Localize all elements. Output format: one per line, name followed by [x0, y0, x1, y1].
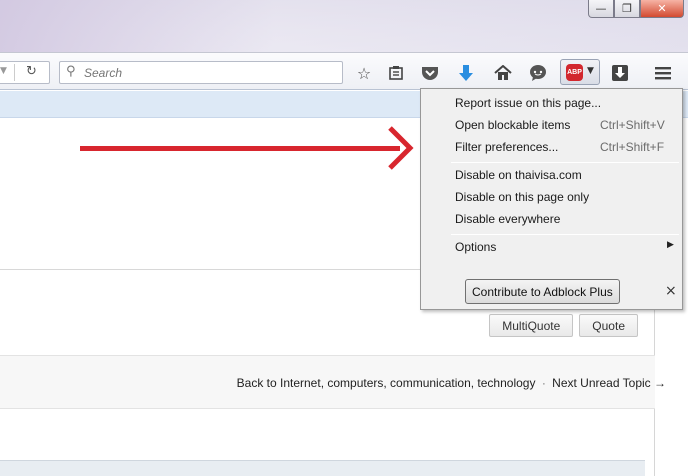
url-bar-end[interactable]: ▼ ↻: [0, 61, 50, 84]
home-icon[interactable]: [492, 62, 514, 84]
search-input[interactable]: [84, 64, 334, 81]
contribute-button[interactable]: Contribute to Adblock Plus: [465, 279, 620, 304]
menu-separator: [451, 234, 679, 235]
downloads-icon[interactable]: [455, 62, 477, 84]
minimize-button[interactable]: —: [588, 0, 614, 18]
menu-item-disable-everywhere[interactable]: Disable everywhere: [455, 212, 560, 230]
adblock-plus-icon: ABP: [566, 64, 583, 81]
footer-band: [0, 460, 645, 476]
pocket-icon[interactable]: [419, 62, 441, 84]
menu-item-report-issue[interactable]: Report issue on this page...: [455, 96, 601, 114]
menu-item-label: Report issue on this page...: [455, 96, 602, 110]
url-separator: [14, 64, 15, 81]
menu-item-label: Disable on this page only: [455, 190, 590, 204]
multiquote-button[interactable]: MultiQuote: [489, 314, 574, 337]
reload-icon[interactable]: ↻: [26, 64, 37, 79]
post-action-buttons: MultiQuote Quote: [489, 314, 638, 337]
menu-item-label: Open blockable items: [455, 118, 571, 132]
download-manager-icon[interactable]: [609, 62, 631, 84]
menu-item-shortcut: Ctrl+Shift+F: [600, 140, 665, 154]
restore-button[interactable]: ❐: [614, 0, 640, 18]
window-controls: — ❐ ✕: [588, 0, 684, 18]
submenu-arrow-icon: ▶: [667, 240, 674, 250]
chevron-down-icon: ▼: [587, 66, 594, 76]
menu-item-label: Disable everywhere: [455, 212, 561, 226]
close-window-button[interactable]: ✕: [640, 0, 684, 18]
menu-item-filter-preferences[interactable]: Filter preferences... Ctrl+Shift+F: [455, 140, 664, 158]
window-titlebar: — ❐ ✕: [0, 0, 688, 52]
menu-item-disable-page[interactable]: Disable on this page only: [455, 190, 589, 208]
search-box[interactable]: ⚲: [59, 61, 343, 84]
menu-item-label: Filter preferences...: [455, 140, 559, 154]
reading-list-icon[interactable]: [385, 62, 407, 84]
menu-item-disable-domain[interactable]: Disable on thaivisa.com: [455, 168, 582, 186]
nav-separator: ·: [541, 376, 546, 390]
adblock-plus-menu: Report issue on this page... Open blocka…: [420, 88, 683, 310]
menu-item-label: Options: [455, 240, 497, 254]
adblock-plus-button[interactable]: ABP ▼: [560, 59, 600, 85]
menu-item-options[interactable]: Options ▶: [455, 240, 674, 258]
back-to-forum-link[interactable]: Back to Internet, computers, communicati…: [237, 376, 536, 390]
bookmark-star-icon[interactable]: ☆: [353, 62, 375, 84]
url-dropdown-icon[interactable]: ▼: [0, 66, 7, 76]
topic-navigation: Back to Internet, computers, communicati…: [237, 376, 666, 390]
menu-separator: [451, 162, 679, 163]
menu-item-label: Disable on thaivisa.com: [455, 168, 582, 182]
annotation-arrow-head: [388, 126, 414, 170]
menu-item-shortcut: Ctrl+Shift+V: [600, 118, 665, 132]
chat-icon[interactable]: [527, 62, 549, 84]
navigation-toolbar: ▼ ↻ ⚲ ☆ ABP ▼: [0, 52, 688, 90]
close-icon[interactable]: ×: [665, 283, 677, 299]
titlebar-background: [0, 0, 688, 52]
annotation-arrow-shaft: [80, 146, 400, 151]
menu-item-open-blockable[interactable]: Open blockable items Ctrl+Shift+V: [455, 118, 665, 136]
next-unread-topic-link[interactable]: Next Unread Topic →: [552, 376, 666, 390]
search-icon: ⚲: [66, 64, 76, 79]
hamburger-menu-icon[interactable]: [652, 62, 674, 84]
quote-button[interactable]: Quote: [579, 314, 638, 337]
